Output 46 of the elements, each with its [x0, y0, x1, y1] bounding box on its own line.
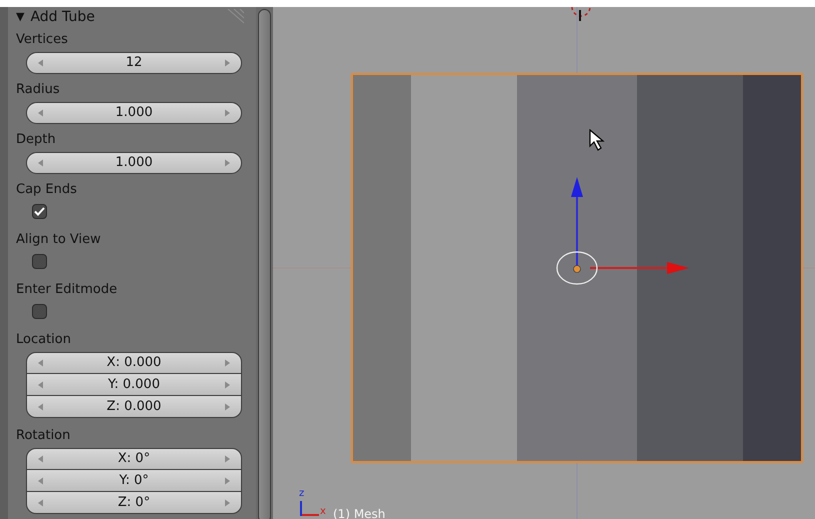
field-label: Align to View	[16, 232, 102, 248]
number-field[interactable]: X: 0.000	[26, 352, 242, 374]
number-field[interactable]: Y: 0.000	[26, 374, 242, 396]
decrement-arrow-icon[interactable]	[38, 403, 43, 410]
decrement-arrow-icon[interactable]	[38, 160, 43, 166]
decrement-arrow-icon[interactable]	[38, 456, 43, 462]
increment-arrow-icon[interactable]	[225, 110, 230, 116]
decrement-arrow-icon[interactable]	[38, 360, 43, 366]
increment-arrow-icon[interactable]	[225, 499, 230, 506]
number-field[interactable]: Z: 0°	[26, 492, 242, 514]
axis-indicator-icon	[299, 501, 321, 517]
checkbox[interactable]	[32, 304, 47, 319]
field-label: Rotation	[16, 428, 72, 444]
increment-arrow-icon[interactable]	[225, 60, 230, 66]
number-field[interactable]: 12	[26, 52, 242, 74]
mouse-pointer-icon	[589, 129, 607, 151]
number-field[interactable]: Y: 0°	[26, 470, 242, 492]
field-label: Enter Editmode	[16, 282, 118, 298]
decrement-arrow-icon[interactable]	[38, 477, 43, 484]
field-label: Depth	[16, 132, 57, 148]
increment-arrow-icon[interactable]	[225, 381, 230, 388]
increment-arrow-icon[interactable]	[225, 160, 230, 166]
panel-title: Add Tube	[30, 8, 95, 27]
number-field[interactable]: X: 0°	[26, 448, 242, 470]
checkmark-icon	[34, 207, 45, 216]
3d-cursor-icon	[570, 7, 592, 21]
decrement-arrow-icon[interactable]	[38, 60, 43, 66]
decrement-arrow-icon[interactable]	[38, 110, 43, 116]
number-field[interactable]: 1.000	[26, 102, 242, 124]
field-label: Radius	[16, 82, 61, 98]
axis-label: z	[299, 489, 304, 499]
decrement-arrow-icon[interactable]	[38, 381, 43, 388]
checkbox[interactable]	[32, 204, 47, 219]
field-label: Cap Ends	[16, 182, 78, 198]
increment-arrow-icon[interactable]	[225, 360, 230, 366]
number-field[interactable]: Z: 0.000	[26, 396, 242, 418]
checkbox[interactable]	[32, 254, 47, 269]
increment-arrow-icon[interactable]	[225, 477, 230, 484]
axis-label: x	[320, 507, 326, 517]
field-label: Location	[16, 332, 72, 348]
number-field[interactable]: 1.000	[26, 152, 242, 174]
increment-arrow-icon[interactable]	[225, 456, 230, 462]
decrement-arrow-icon[interactable]	[38, 499, 43, 506]
increment-arrow-icon[interactable]	[225, 403, 230, 410]
field-label: Vertices	[16, 32, 69, 48]
collapse-toggle[interactable]: ▼	[16, 9, 24, 26]
